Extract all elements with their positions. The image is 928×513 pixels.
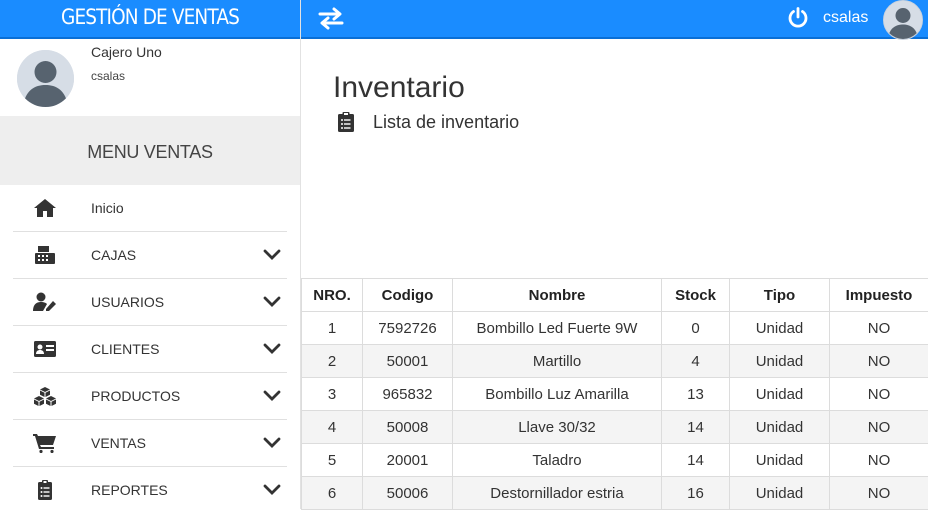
table-header-row: NRO. Codigo Nombre Stock Tipo Impuesto [302,279,928,312]
top-navbar: csalas [301,0,928,39]
inventory-table-container: NRO. Codigo Nombre Stock Tipo Impuesto 1… [301,278,928,510]
page-title: Inventario [333,71,465,105]
column-header-stock[interactable]: Stock [662,279,730,312]
cell-codigo: 50008 [363,411,453,444]
topbar-username[interactable]: csalas [823,9,868,27]
sidebar-item-label: USUARIOS [91,294,164,310]
boxes-icon [33,386,57,406]
cash-register-icon [33,245,57,265]
cell-impuesto: NO [830,345,928,378]
sidebar-item-inicio[interactable]: Inicio [13,185,287,232]
user-panel: Cajero Uno csalas [0,39,300,116]
column-header-nombre[interactable]: Nombre [453,279,662,312]
topbar-avatar[interactable] [883,0,923,40]
clipboard-list-icon [338,112,354,132]
page-subtitle: Lista de inventario [373,112,519,133]
chevron-down-icon[interactable] [263,340,281,358]
cell-stock: 13 [662,378,730,411]
inventory-table: NRO. Codigo Nombre Stock Tipo Impuesto 1… [301,278,928,510]
cart-icon [33,433,57,453]
id-card-icon [33,339,57,359]
sidebar-item-cajas[interactable]: CAJAS [13,232,287,279]
sidebar-menu: Inicio CAJAS USUARIOS [0,185,300,513]
sidebar-item-label: VENTAS [91,435,146,451]
cell-impuesto: NO [830,378,928,411]
user-edit-icon [33,292,57,312]
cell-nombre: Bombillo Led Fuerte 9W [453,312,662,345]
cell-tipo: Unidad [730,378,830,411]
clipboard-icon [33,480,57,500]
avatar-icon [17,50,74,107]
cell-impuesto: NO [830,312,928,345]
cell-impuesto: NO [830,477,928,510]
cell-nro: 2 [302,345,363,378]
cell-codigo: 50006 [363,477,453,510]
menu-title: MENU VENTAS [0,116,300,185]
cell-nro: 1 [302,312,363,345]
user-login-name: csalas [91,69,125,83]
table-row[interactable]: 4 50008 Llave 30/32 14 Unidad NO [302,411,928,444]
chevron-down-icon[interactable] [263,246,281,264]
cell-codigo: 50001 [363,345,453,378]
chevron-down-icon[interactable] [263,434,281,452]
sidebar-item-reportes[interactable]: REPORTES [13,467,287,513]
sidebar-item-productos[interactable]: PRODUCTOS [13,373,287,420]
sidebar-item-label: REPORTES [91,482,168,498]
table-row[interactable]: 5 20001 Taladro 14 Unidad NO [302,444,928,477]
sidebar-item-label: CLIENTES [91,341,159,357]
cell-nro: 3 [302,378,363,411]
chevron-down-icon[interactable] [263,481,281,499]
cell-codigo: 7592726 [363,312,453,345]
cell-tipo: Unidad [730,411,830,444]
user-avatar [17,50,74,107]
sidebar-item-label: CAJAS [91,247,136,263]
sidebar-toggle-icon[interactable] [318,6,344,30]
column-header-codigo[interactable]: Codigo [363,279,453,312]
chevron-down-icon[interactable] [263,293,281,311]
cell-codigo: 20001 [363,444,453,477]
cell-impuesto: NO [830,444,928,477]
cell-stock: 16 [662,477,730,510]
cell-tipo: Unidad [730,444,830,477]
table-row[interactable]: 3 965832 Bombillo Luz Amarilla 13 Unidad… [302,378,928,411]
cell-nombre: Taladro [453,444,662,477]
sidebar-item-label: Inicio [91,200,124,216]
cell-nombre: Martillo [453,345,662,378]
cell-stock: 0 [662,312,730,345]
home-icon [33,198,57,218]
cell-nombre: Destornillador estria [453,477,662,510]
cell-codigo: 965832 [363,378,453,411]
sidebar-item-clientes[interactable]: CLIENTES [13,326,287,373]
table-row[interactable]: 1 7592726 Bombillo Led Fuerte 9W 0 Unida… [302,312,928,345]
brand-bar: GESTIÓN DE VENTAS [0,0,300,39]
cell-nro: 5 [302,444,363,477]
cell-nombre: Llave 30/32 [453,411,662,444]
chevron-down-icon[interactable] [263,387,281,405]
cell-tipo: Unidad [730,345,830,378]
cell-stock: 14 [662,444,730,477]
cell-nro: 6 [302,477,363,510]
table-row[interactable]: 2 50001 Martillo 4 Unidad NO [302,345,928,378]
column-header-tipo[interactable]: Tipo [730,279,830,312]
cell-impuesto: NO [830,411,928,444]
cell-stock: 14 [662,411,730,444]
sidebar-item-ventas[interactable]: VENTAS [13,420,287,467]
cell-nombre: Bombillo Luz Amarilla [453,378,662,411]
brand-title[interactable]: GESTIÓN DE VENTAS [18,0,282,37]
sidebar-item-usuarios[interactable]: USUARIOS [13,279,287,326]
table-row[interactable]: 6 50006 Destornillador estria 16 Unidad … [302,477,928,510]
sidebar: GESTIÓN DE VENTAS Cajero Uno csalas MENU… [0,0,301,509]
cell-stock: 4 [662,345,730,378]
user-display-name: Cajero Uno [91,44,162,60]
column-header-nro[interactable]: NRO. [302,279,363,312]
cell-tipo: Unidad [730,477,830,510]
power-icon[interactable] [787,7,809,29]
column-header-impuesto[interactable]: Impuesto [830,279,928,312]
cell-tipo: Unidad [730,312,830,345]
sidebar-item-label: PRODUCTOS [91,388,180,404]
cell-nro: 4 [302,411,363,444]
avatar-icon [884,1,922,39]
